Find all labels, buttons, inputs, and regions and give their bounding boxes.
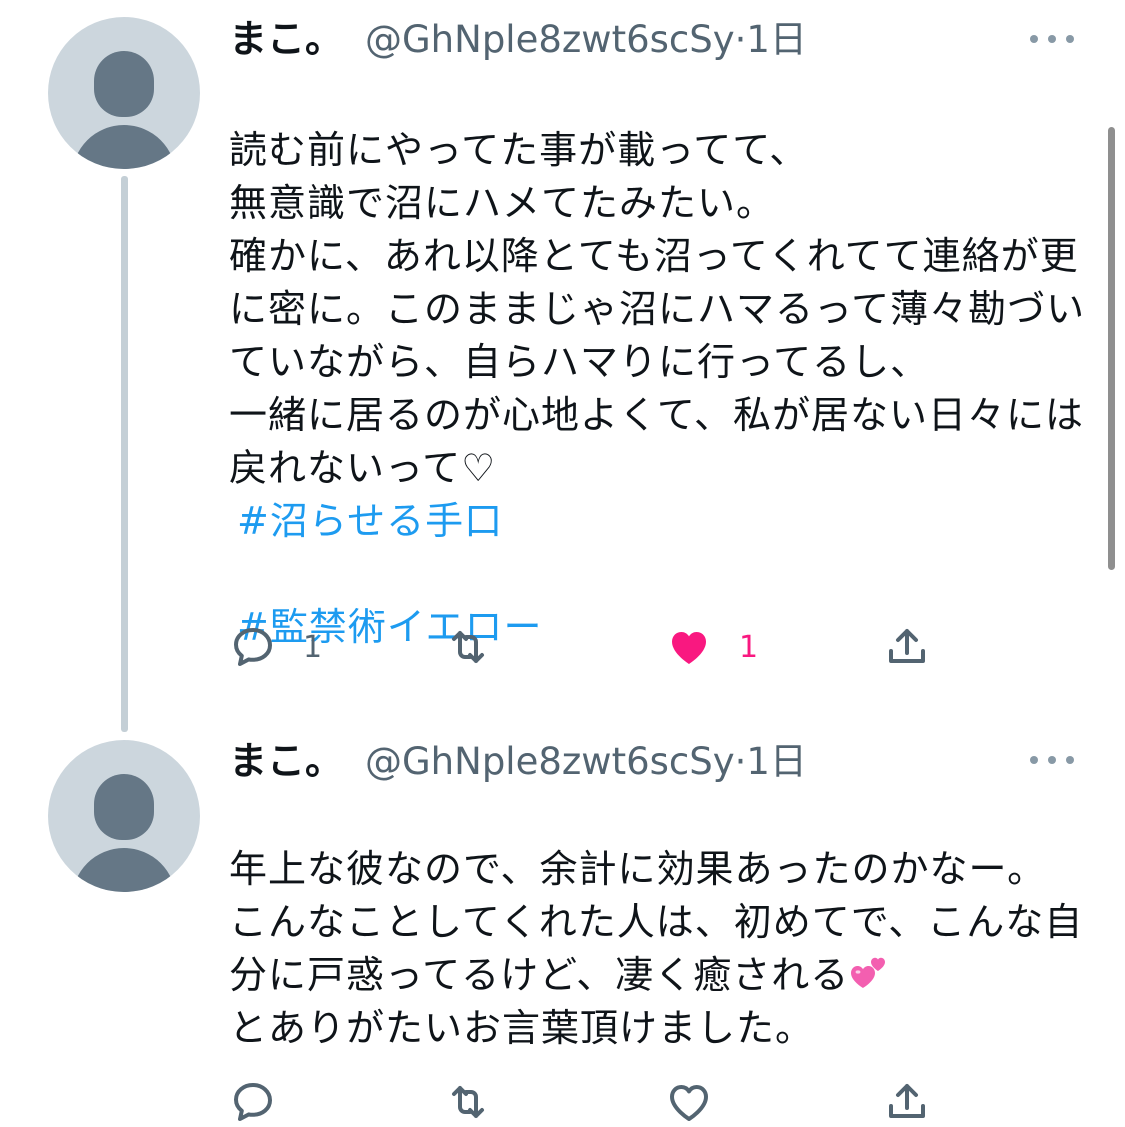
tweet-actions: 1 1 xyxy=(229,622,949,672)
tweet-actions xyxy=(229,1077,949,1127)
separator-dot: · xyxy=(734,740,747,783)
tweet-text: 年上な彼なので、余計に効果あったのかなー。 こんなことしてくれた人は、初めてで、… xyxy=(229,790,1089,1055)
user-handle[interactable]: @GhNple8zwt6scSy xyxy=(365,18,735,61)
like-button[interactable]: 1 xyxy=(665,622,758,672)
retweet-icon xyxy=(452,1086,484,1118)
tweet-text: 読む前にやってた事が載ってて、 無意識で沼にハメてたみたい。 確かに、あれ以降と… xyxy=(229,71,1089,707)
retweet-button[interactable] xyxy=(444,1077,492,1127)
reply-count: 1 xyxy=(303,629,323,665)
share-button[interactable] xyxy=(883,1077,931,1127)
avatar-head-shape xyxy=(94,774,154,840)
tweet-header: まこ。 @GhNple8zwt6scSy·1日 xyxy=(229,11,807,67)
user-handle[interactable]: @GhNple8zwt6scSy xyxy=(365,740,735,783)
tweet-body: 読む前にやってた事が載ってて、 無意識で沼にハメてたみたい。 確かに、あれ以降と… xyxy=(229,128,1086,490)
tweet-body-part2: とありがたいお言葉頂けました。 xyxy=(229,1006,815,1050)
avatar-shoulders-shape xyxy=(72,125,176,169)
avatar-head-shape xyxy=(94,51,154,117)
more-icon[interactable] xyxy=(1030,31,1074,47)
hashtag-link[interactable]: #沼らせる手口 xyxy=(229,495,1089,548)
share-button[interactable] xyxy=(883,622,931,672)
share-icon xyxy=(889,629,925,663)
retweet-icon xyxy=(452,631,484,663)
avatar[interactable] xyxy=(48,740,200,892)
tweet-body-part1: 年上な彼なので、余計に効果あったのかなー。 こんなことしてくれた人は、初めてで、… xyxy=(229,847,1084,997)
scrollbar-thumb[interactable] xyxy=(1108,127,1115,570)
separator-dot: · xyxy=(734,18,747,61)
display-name[interactable]: まこ。 xyxy=(229,739,343,783)
reply-button[interactable] xyxy=(229,1077,277,1127)
avatar-shoulders-shape xyxy=(72,848,176,892)
like-button[interactable] xyxy=(665,1077,713,1127)
heart-icon xyxy=(672,632,706,664)
timestamp[interactable]: 1日 xyxy=(746,18,807,61)
like-count: 1 xyxy=(739,629,759,665)
display-name[interactable]: まこ。 xyxy=(229,17,343,61)
tweet-header: まこ。 @GhNple8zwt6scSy·1日 xyxy=(229,733,807,789)
reply-icon xyxy=(234,1083,272,1121)
avatar[interactable] xyxy=(48,17,200,169)
share-icon xyxy=(889,1084,925,1118)
heart-icon xyxy=(670,1085,708,1121)
timestamp[interactable]: 1日 xyxy=(746,740,807,783)
thread-connector-line xyxy=(121,176,128,732)
reply-icon xyxy=(234,628,272,666)
two-hearts-emoji xyxy=(851,957,886,988)
retweet-button[interactable] xyxy=(444,622,492,672)
more-icon[interactable] xyxy=(1030,752,1074,768)
reply-button[interactable]: 1 xyxy=(229,622,322,672)
